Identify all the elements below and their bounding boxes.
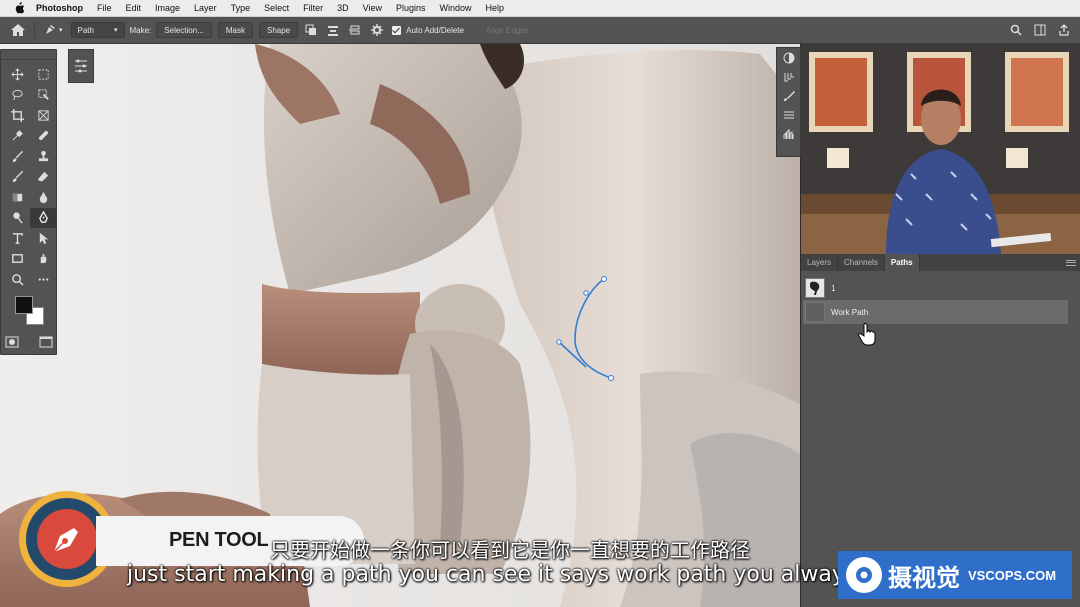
chevron-down-icon: ▾ [113, 27, 118, 34]
tools-panel-header[interactable] [1, 50, 56, 60]
tool-mode-select[interactable]: Path ▾ [70, 22, 125, 38]
menu-view[interactable]: View [363, 3, 382, 13]
properties-icon[interactable] [777, 105, 800, 124]
quick-mask-icon[interactable] [5, 336, 19, 348]
rectangle-tool-icon[interactable] [4, 249, 30, 270]
share-icon[interactable] [1058, 24, 1070, 36]
history-brush-tool-icon[interactable] [4, 167, 30, 188]
sliders-icon [75, 59, 87, 73]
pen-nib-icon [53, 528, 78, 553]
eraser-tool-icon[interactable] [30, 167, 56, 188]
hand-cursor-icon [858, 323, 876, 346]
auto-add-delete-checkbox[interactable] [392, 25, 402, 35]
chevron-down-icon[interactable]: ▾ [59, 26, 63, 34]
path-name: 1 [831, 283, 836, 293]
path-row-selected[interactable]: Work Path [803, 300, 1068, 324]
search-icon[interactable] [1010, 24, 1022, 36]
options-bar: ▾ Path ▾ Make: Selection... Mask Shape A… [0, 17, 1080, 44]
camera-icon [846, 557, 882, 593]
make-shape-button[interactable]: Shape [259, 22, 299, 38]
menu-app-name[interactable]: Photoshop [36, 3, 83, 13]
foreground-color-swatch[interactable] [15, 296, 33, 314]
pen-tool-icon[interactable] [30, 207, 56, 228]
menu-select[interactable]: Select [264, 3, 289, 13]
gradient-tool-icon[interactable] [4, 187, 30, 208]
subtitle-english: just start making a path you can see it … [127, 562, 882, 587]
menu-layer[interactable]: Layer [194, 3, 217, 13]
more-tools-icon[interactable] [30, 269, 56, 290]
menu-type[interactable]: Type [231, 3, 251, 13]
path-thumbnail [805, 302, 825, 322]
tools-panel [0, 49, 57, 355]
menu-edit[interactable]: Edit [126, 3, 142, 13]
lasso-tool-icon[interactable] [4, 85, 30, 106]
make-selection-button[interactable]: Selection... [156, 22, 212, 38]
auto-add-delete-label: Auto Add/Delete [406, 25, 464, 35]
path-name: Work Path [831, 307, 869, 317]
menu-file[interactable]: File [97, 3, 112, 13]
crop-tool-icon[interactable] [4, 105, 30, 126]
type-tool-icon[interactable] [4, 228, 30, 249]
logo-chinese: 摄视觉 [888, 563, 960, 592]
hand-tool-icon[interactable] [30, 249, 56, 270]
lower-third-title: PEN TOOL [169, 529, 269, 551]
marquee-tool-icon[interactable] [30, 64, 56, 85]
menu-window[interactable]: Window [440, 3, 472, 13]
subtitle-chinese: 只要开始做一条你可以看到它是你一直想要的工作路径 [270, 538, 750, 562]
gear-icon[interactable] [370, 23, 384, 37]
home-icon[interactable] [10, 23, 26, 37]
clone-stamp-tool-icon[interactable] [30, 146, 56, 167]
photoshop-window: Photoshop File Edit Image Layer Type Sel… [0, 0, 1080, 607]
collapsed-panels-dock [776, 47, 801, 157]
menu-plugins[interactable]: Plugins [396, 3, 426, 13]
path-alignment-icon[interactable] [326, 23, 340, 37]
tab-channels[interactable]: Channels [838, 254, 885, 271]
zoom-tool-icon[interactable] [4, 269, 30, 290]
make-label: Make: [129, 25, 152, 35]
path-arrangement-icon[interactable] [348, 23, 362, 37]
make-mask-button[interactable]: Mask [217, 22, 253, 38]
history-panel-icon[interactable] [777, 67, 800, 86]
path-operations-icon[interactable] [304, 23, 318, 37]
healing-brush-tool-icon[interactable] [30, 126, 56, 147]
workspace-icon[interactable] [1034, 24, 1046, 36]
screen-mode-icon[interactable] [39, 336, 53, 348]
path-row[interactable]: 1 [803, 276, 1068, 300]
histogram-icon[interactable] [777, 124, 800, 143]
adjustments-panel-icon[interactable] [777, 48, 800, 67]
divider [34, 21, 35, 39]
frame-tool-icon[interactable] [30, 105, 56, 126]
panel-menu-icon[interactable] [1066, 254, 1080, 271]
brush-settings-icon[interactable] [777, 86, 800, 105]
tool-mode-value: Path [77, 25, 94, 35]
toolbar-bottom [5, 336, 53, 348]
menu-image[interactable]: Image [155, 3, 180, 13]
blur-tool-icon[interactable] [30, 187, 56, 208]
color-swatches[interactable] [13, 294, 47, 328]
menu-3d[interactable]: 3D [337, 3, 349, 13]
eyedropper-tool-icon[interactable] [4, 126, 30, 147]
panel-tabs: Layers Channels Paths [801, 254, 1080, 271]
move-tool-icon[interactable] [4, 64, 30, 85]
watermark-logo: 摄视觉 VSCOPS.COM [838, 551, 1072, 599]
brush-tool-icon[interactable] [4, 146, 30, 167]
path-selection-tool-icon[interactable] [30, 228, 56, 249]
path-thumbnail [805, 278, 825, 298]
logo-english: VSCOPS.COM [968, 567, 1057, 583]
menu-filter[interactable]: Filter [303, 3, 323, 13]
instructor-webcam-video [801, 44, 1080, 254]
apple-icon[interactable] [12, 2, 26, 14]
menu-help[interactable]: Help [486, 3, 505, 13]
object-selection-tool-icon[interactable] [30, 85, 56, 106]
dodge-tool-icon[interactable] [4, 208, 30, 229]
tab-layers[interactable]: Layers [801, 254, 839, 271]
properties-panel-button[interactable] [68, 49, 94, 83]
pen-tool-preset-icon[interactable] [43, 23, 57, 37]
tab-paths[interactable]: Paths [884, 254, 920, 271]
menu-bar: Photoshop File Edit Image Layer Type Sel… [0, 0, 1080, 17]
align-edges-label: Align Edges [485, 25, 529, 35]
